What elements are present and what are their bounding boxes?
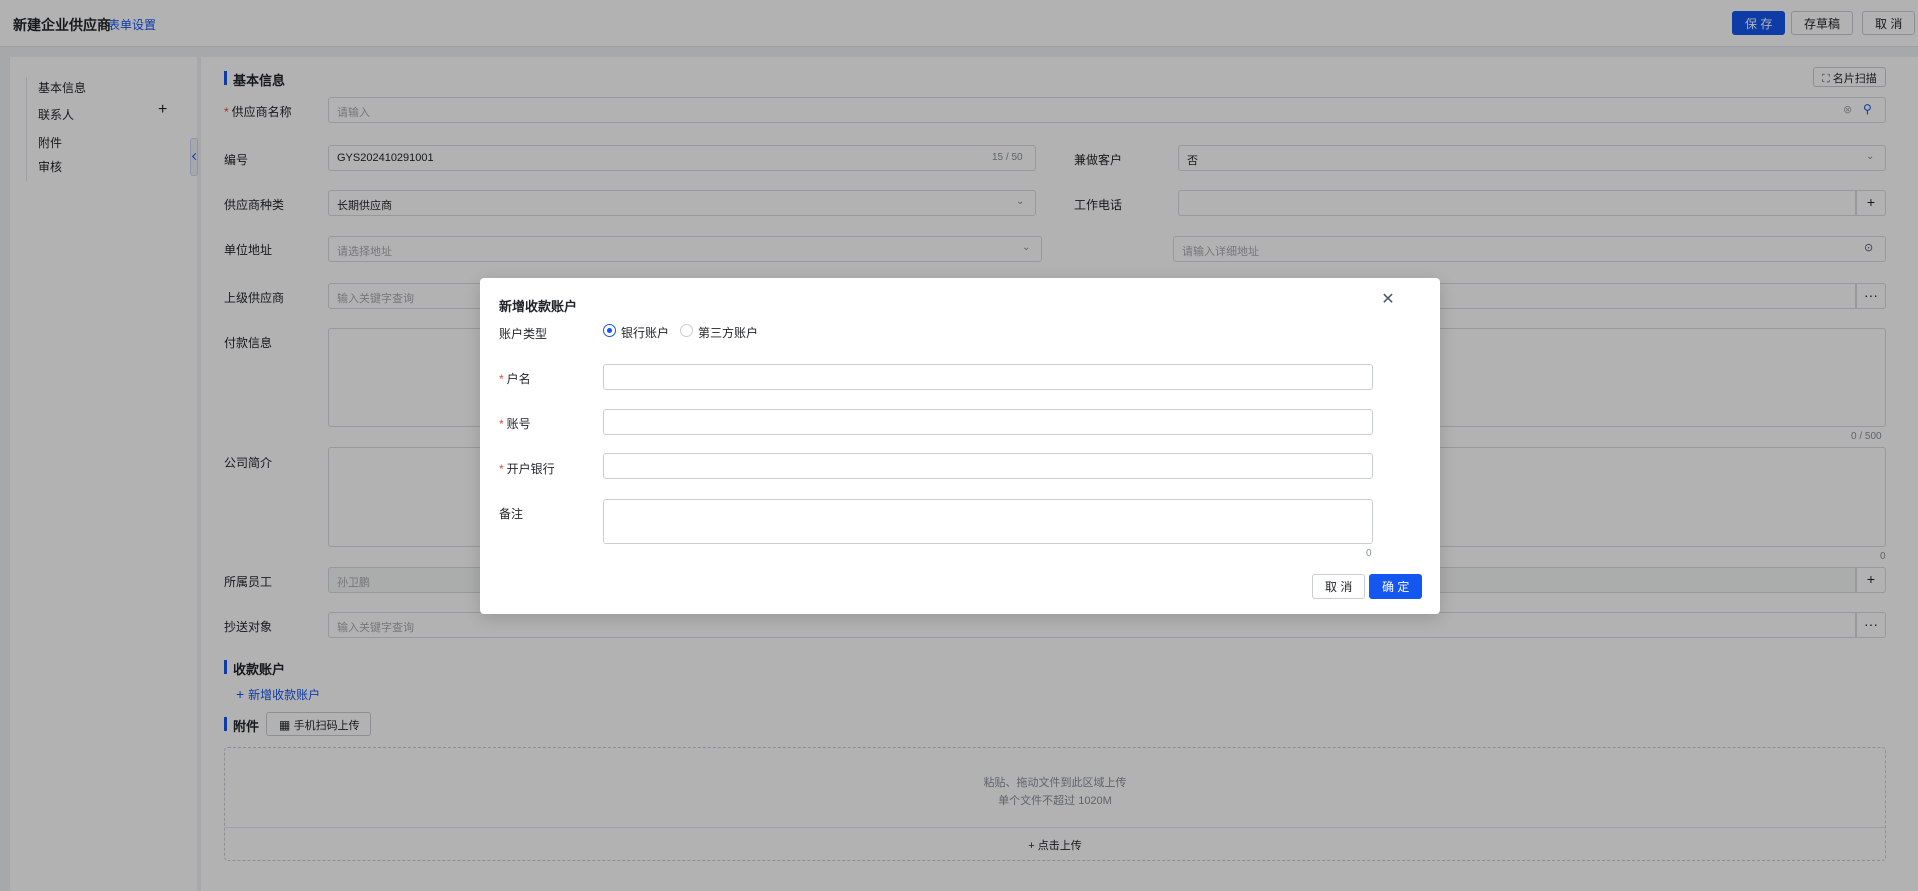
bank-label: * 开户银行 bbox=[499, 462, 555, 476]
radio-unchecked-icon bbox=[680, 324, 693, 337]
holder-name-input[interactable] bbox=[603, 364, 1373, 390]
modal-title: 新增收款账户 bbox=[499, 299, 578, 314]
account-number-label: * 账号 bbox=[499, 417, 531, 431]
required-mark: * bbox=[499, 417, 504, 431]
radio-bank-account[interactable]: 银行账户 bbox=[603, 324, 669, 341]
radio-third-party-account[interactable]: 第三方账户 bbox=[680, 324, 758, 341]
holder-name-label: * 户名 bbox=[499, 372, 531, 386]
bank-input[interactable] bbox=[603, 453, 1373, 479]
required-mark: * bbox=[499, 372, 504, 386]
modal-cancel-button[interactable]: 取 消 bbox=[1312, 574, 1366, 599]
close-icon[interactable]: ✕ bbox=[1378, 290, 1398, 310]
account-type-label: 账户类型 bbox=[499, 327, 548, 341]
account-number-input[interactable] bbox=[603, 409, 1373, 435]
add-account-modal: 新增收款账户 ✕ 账户类型 银行账户 第三方账户 * 户名 * 账号 * 开户银行 备… bbox=[480, 278, 1440, 614]
modal-confirm-button[interactable]: 确 定 bbox=[1369, 574, 1423, 599]
remark-counter: 0 bbox=[1366, 548, 1372, 559]
radio-checked-icon bbox=[603, 324, 616, 337]
remark-textarea[interactable] bbox=[603, 499, 1373, 544]
required-mark: * bbox=[499, 462, 504, 476]
remark-label: 备注 bbox=[499, 507, 524, 521]
